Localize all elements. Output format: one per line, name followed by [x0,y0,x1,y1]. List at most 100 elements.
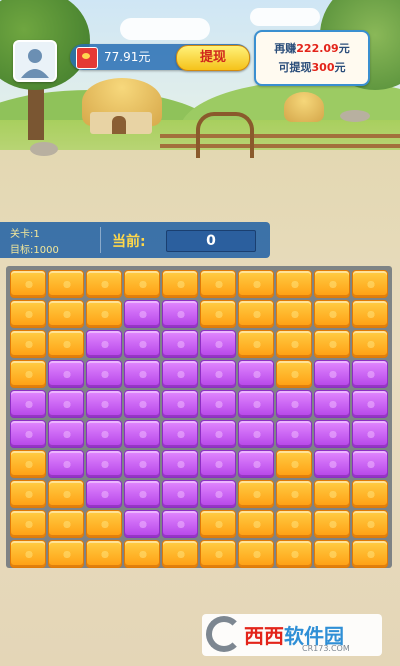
orange-block[interactable] [10,270,46,298]
purple-block[interactable] [124,480,160,508]
orange-block[interactable] [86,540,122,568]
purple-block[interactable] [10,420,46,448]
purple-block[interactable] [86,420,122,448]
orange-block[interactable] [162,270,198,298]
orange-block[interactable] [124,270,160,298]
orange-block[interactable] [124,540,160,568]
purple-block[interactable] [238,450,274,478]
orange-block[interactable] [162,540,198,568]
orange-block[interactable] [238,510,274,538]
orange-block[interactable] [10,330,46,358]
purple-block[interactable] [162,390,198,418]
purple-block[interactable] [48,420,84,448]
orange-block[interactable] [48,330,84,358]
purple-block[interactable] [124,510,160,538]
orange-block[interactable] [86,510,122,538]
purple-block[interactable] [124,420,160,448]
orange-block[interactable] [200,270,236,298]
orange-block[interactable] [314,270,350,298]
orange-block[interactable] [314,510,350,538]
purple-block[interactable] [200,420,236,448]
purple-block[interactable] [86,330,122,358]
purple-block[interactable] [86,390,122,418]
orange-block[interactable] [48,270,84,298]
orange-block[interactable] [10,450,46,478]
purple-block[interactable] [238,360,274,388]
orange-block[interactable] [314,480,350,508]
orange-block[interactable] [276,300,312,328]
orange-block[interactable] [238,480,274,508]
orange-block[interactable] [276,360,312,388]
purple-block[interactable] [162,480,198,508]
orange-block[interactable] [314,330,350,358]
purple-block[interactable] [48,450,84,478]
orange-block[interactable] [276,510,312,538]
orange-block[interactable] [276,540,312,568]
orange-block[interactable] [238,330,274,358]
purple-block[interactable] [162,420,198,448]
purple-block[interactable] [162,360,198,388]
purple-block[interactable] [86,480,122,508]
purple-block[interactable] [86,450,122,478]
purple-block[interactable] [124,300,160,328]
purple-block[interactable] [48,360,84,388]
orange-block[interactable] [200,510,236,538]
purple-block[interactable] [200,390,236,418]
orange-block[interactable] [48,300,84,328]
orange-block[interactable] [48,480,84,508]
orange-block[interactable] [238,540,274,568]
orange-block[interactable] [238,270,274,298]
orange-block[interactable] [10,360,46,388]
orange-block[interactable] [276,450,312,478]
purple-block[interactable] [314,420,350,448]
orange-block[interactable] [276,330,312,358]
orange-block[interactable] [10,300,46,328]
purple-block[interactable] [124,330,160,358]
purple-block[interactable] [314,390,350,418]
orange-block[interactable] [352,480,388,508]
purple-block[interactable] [162,330,198,358]
orange-block[interactable] [10,540,46,568]
purple-block[interactable] [162,510,198,538]
purple-block[interactable] [200,360,236,388]
avatar[interactable] [13,40,57,82]
purple-block[interactable] [352,420,388,448]
purple-block[interactable] [124,450,160,478]
orange-block[interactable] [86,270,122,298]
purple-block[interactable] [10,390,46,418]
purple-block[interactable] [314,360,350,388]
purple-block[interactable] [48,390,84,418]
orange-block[interactable] [86,300,122,328]
purple-block[interactable] [162,300,198,328]
orange-block[interactable] [314,300,350,328]
purple-block[interactable] [124,390,160,418]
orange-block[interactable] [352,270,388,298]
purple-block[interactable] [200,480,236,508]
purple-block[interactable] [352,450,388,478]
purple-block[interactable] [352,390,388,418]
orange-block[interactable] [10,480,46,508]
purple-block[interactable] [86,360,122,388]
orange-block[interactable] [238,300,274,328]
orange-block[interactable] [352,330,388,358]
orange-block[interactable] [200,300,236,328]
orange-block[interactable] [352,540,388,568]
withdraw-button[interactable]: 提现 [176,45,250,71]
orange-block[interactable] [200,540,236,568]
orange-block[interactable] [352,510,388,538]
orange-block[interactable] [48,510,84,538]
purple-block[interactable] [162,450,198,478]
purple-block[interactable] [124,360,160,388]
purple-block[interactable] [276,420,312,448]
purple-block[interactable] [352,360,388,388]
orange-block[interactable] [10,510,46,538]
purple-block[interactable] [200,450,236,478]
orange-block[interactable] [352,300,388,328]
purple-block[interactable] [276,390,312,418]
purple-block[interactable] [200,330,236,358]
orange-block[interactable] [276,480,312,508]
orange-block[interactable] [314,540,350,568]
purple-block[interactable] [238,390,274,418]
purple-block[interactable] [314,450,350,478]
purple-block[interactable] [238,420,274,448]
